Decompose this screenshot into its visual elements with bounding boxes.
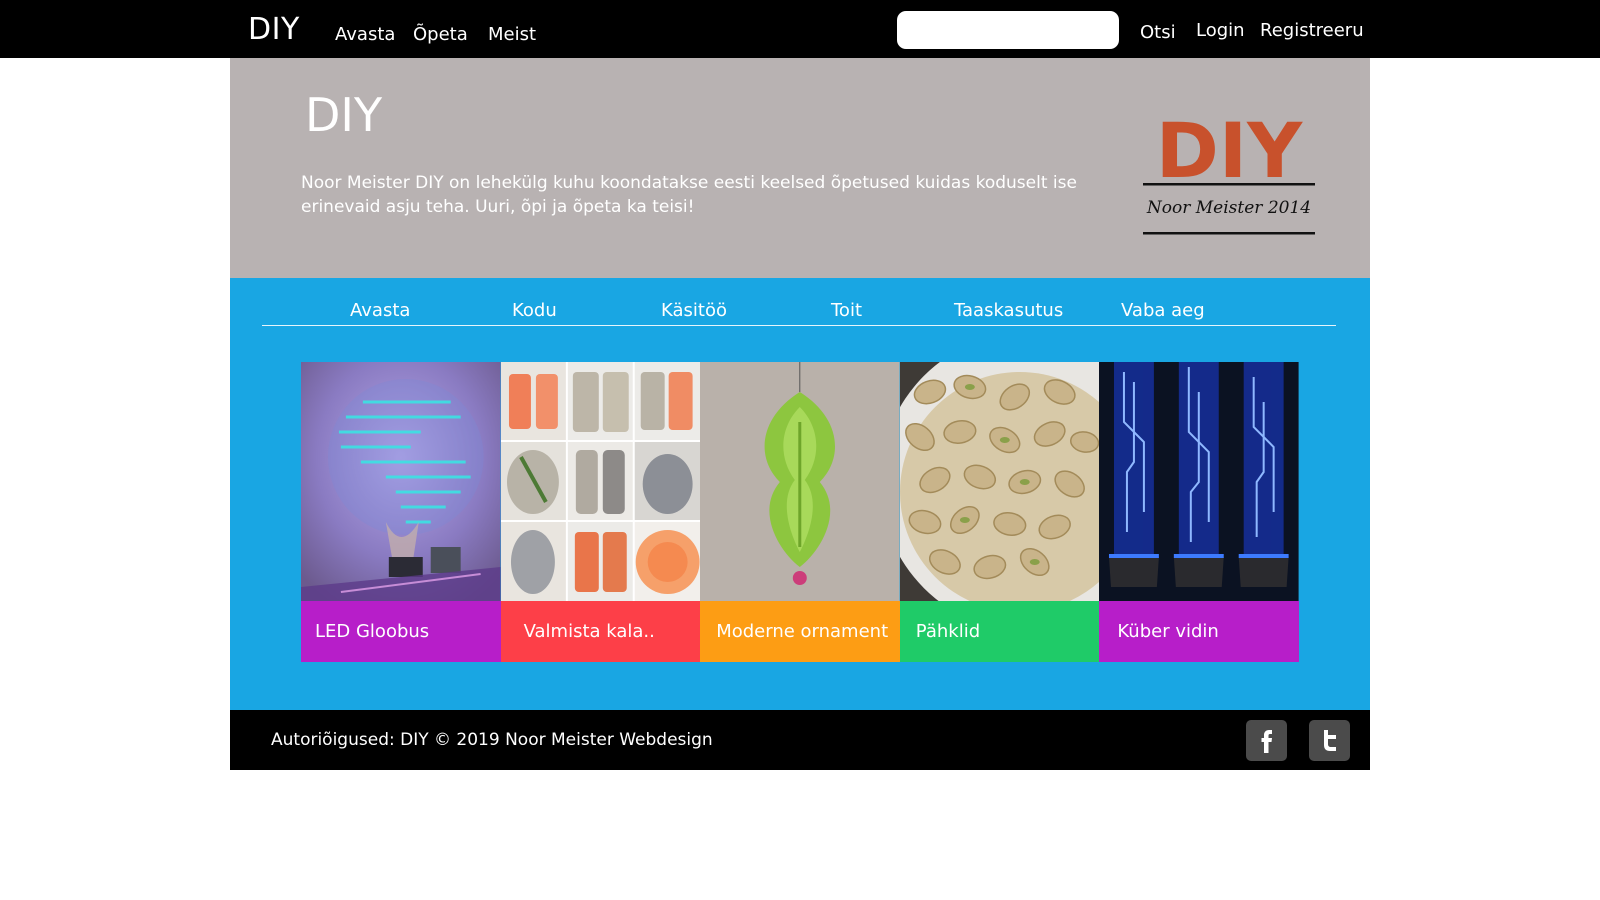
facebook-icon (1261, 730, 1272, 753)
salmon-collage-image (500, 362, 701, 601)
diy-logo: DIY Noor Meister 2014 (1143, 110, 1315, 235)
register-link[interactable]: Registreeru (1260, 20, 1364, 41)
logo-subtitle: Noor Meister 2014 (1146, 198, 1311, 218)
category-link-kasitoo[interactable]: Käsitöö (661, 300, 727, 321)
project-card-led-gloobus[interactable]: LED Gloobus (301, 362, 501, 662)
category-nav: Avasta Kodu Käsitöö Toit Taaskasutus Vab… (262, 296, 1336, 326)
hero-title: DIY (305, 88, 383, 142)
cyber-gadget-image (1099, 362, 1299, 601)
project-card-label: Moderne ornament (700, 601, 900, 662)
facebook-link[interactable] (1246, 720, 1287, 761)
twitter-icon (1324, 730, 1336, 751)
category-link-taaskasutus[interactable]: Taaskasutus (954, 300, 1063, 321)
nav-link-opeta[interactable]: Õpeta (413, 24, 468, 45)
brand-logo-link[interactable]: DIY (248, 12, 300, 47)
project-card-label: Pähklid (899, 601, 1100, 662)
project-card-pahklid[interactable]: Pähklid (899, 362, 1100, 662)
category-link-toit[interactable]: Toit (831, 300, 862, 321)
category-link-vaba-aeg[interactable]: Vaba aeg (1121, 300, 1205, 321)
project-card-label: LED Gloobus (301, 601, 501, 662)
hero-banner: DIY Noor Meister DIY on lehekülg kuhu ko… (230, 58, 1370, 278)
login-link[interactable]: Login (1196, 20, 1245, 41)
footer-copyright: Autoriõigused: DIY © 2019 Noor Meister W… (271, 730, 713, 750)
twitter-link[interactable] (1309, 720, 1350, 761)
led-globe-image (301, 362, 501, 601)
logo-diy-text: DIY (1156, 110, 1303, 195)
nav-link-meist[interactable]: Meist (488, 24, 536, 45)
project-card-label: Küber vidin (1099, 601, 1299, 662)
search-input[interactable] (897, 11, 1119, 49)
main-container: DIY Noor Meister DIY on lehekülg kuhu ko… (230, 58, 1370, 770)
felt-ornament-image (700, 362, 900, 601)
search-button[interactable]: Otsi (1140, 22, 1176, 43)
project-card-kuber-vidin[interactable]: Küber vidin (1099, 362, 1299, 662)
footer: Autoriõigused: DIY © 2019 Noor Meister W… (230, 710, 1370, 770)
top-navigation-bar: DIY Avasta Õpeta Meist Otsi Login Regist… (0, 0, 1600, 58)
category-link-kodu[interactable]: Kodu (512, 300, 557, 321)
project-card-label: Valmista kala.. (500, 601, 701, 662)
project-card-valmista-kala[interactable]: Valmista kala.. (500, 362, 701, 662)
category-link-avasta[interactable]: Avasta (350, 300, 410, 321)
project-cards: LED Gloobus Valmista kala.. Moderne orna… (301, 362, 1299, 662)
content-area: Avasta Kodu Käsitöö Toit Taaskasutus Vab… (230, 278, 1370, 710)
nav-link-avasta[interactable]: Avasta (335, 24, 395, 45)
pistachio-image (899, 362, 1100, 601)
project-card-moderne-ornament[interactable]: Moderne ornament (700, 362, 900, 662)
hero-description: Noor Meister DIY on lehekülg kuhu koonda… (301, 173, 1077, 217)
